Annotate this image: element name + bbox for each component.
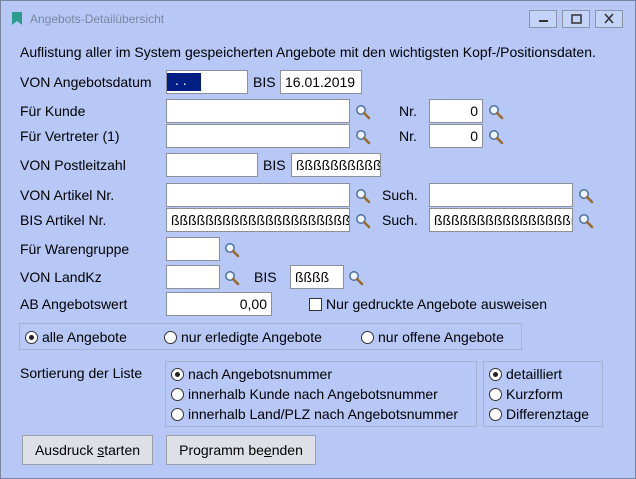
radio-erledigte-angebote[interactable] — [164, 331, 177, 344]
von-such-input[interactable] — [429, 183, 573, 207]
title-bar: Angebots-Detailübersicht — [1, 1, 635, 36]
plz-von-input[interactable] — [166, 153, 258, 177]
von-datum-value: . . — [175, 72, 187, 88]
vertreter-nr-label: Nr. — [399, 128, 417, 144]
radio-offene-angebote[interactable] — [361, 331, 374, 344]
angebotswert-input[interactable]: 0,00 — [166, 292, 272, 316]
sort-option-label[interactable]: nach Angebotsnummer — [188, 366, 332, 382]
vertreter-nr-input[interactable]: 0 — [429, 124, 483, 148]
radio-erledigte-label[interactable]: nur erledigte Angebote — [181, 329, 322, 345]
radio-alle-label[interactable]: alle Angebote — [42, 329, 127, 345]
detail-option-label[interactable]: Differenztage — [506, 406, 589, 422]
nur-gedruckte-label[interactable]: Nur gedruckte Angebote ausweisen — [326, 296, 547, 312]
search-icon[interactable] — [578, 213, 594, 229]
radio-detailliert[interactable] — [489, 368, 502, 381]
search-icon[interactable] — [488, 104, 504, 120]
programm-beenden-button[interactable]: Programm beenden — [166, 435, 316, 465]
von-datum-input[interactable]: . . — [166, 70, 248, 94]
bis-artikel-input[interactable]: ßßßßßßßßßßßßßßßßßßßßßßßßß — [166, 208, 350, 232]
kunde-nr-label: Nr. — [399, 103, 417, 119]
radio-sort-angebotsnummer[interactable] — [171, 368, 184, 381]
radio-alle-angebote[interactable] — [25, 331, 38, 344]
ausdruck-starten-button[interactable]: Ausdruck starten — [22, 435, 153, 465]
maximize-button[interactable] — [562, 10, 590, 28]
maximize-icon — [571, 14, 582, 24]
search-icon[interactable] — [348, 270, 364, 286]
sort-option-label[interactable]: innerhalb Kunde nach Angebotsnummer — [188, 386, 438, 402]
window-title: Angebots-Detailübersicht — [30, 12, 165, 26]
bis-such-label: Such. — [382, 212, 418, 228]
button-label-mnemonic: e — [263, 442, 272, 458]
bis-artikel-label: BIS Artikel Nr. — [20, 212, 107, 228]
vertreter-label: Für Vertreter (1) — [20, 128, 120, 144]
von-datum-label: VON Angebotsdatum — [20, 74, 152, 90]
minimize-icon — [539, 20, 548, 22]
sort-label: Sortierung der Liste — [20, 365, 143, 381]
radio-sort-land-plz[interactable] — [171, 408, 184, 421]
angebotswert-label: AB Angebotswert — [20, 296, 128, 312]
bis-datum-input[interactable]: 16.01.2019 — [280, 70, 362, 94]
search-icon[interactable] — [488, 129, 504, 145]
button-label-part: Ausdruck — [34, 442, 98, 458]
kunde-nr-input[interactable]: 0 — [429, 99, 483, 123]
landkz-von-input[interactable] — [166, 265, 220, 289]
minimize-button[interactable] — [529, 10, 557, 28]
button-label-part: nden — [271, 442, 303, 458]
search-icon[interactable] — [355, 213, 371, 229]
von-artikel-input[interactable] — [166, 183, 350, 207]
radio-offene-label[interactable]: nur offene Angebote — [378, 329, 504, 345]
sort-option-label[interactable]: innerhalb Land/PLZ nach Angebotsnummer — [188, 406, 458, 422]
landkz-bis-label: BIS — [254, 269, 277, 285]
nur-gedruckte-checkbox[interactable] — [309, 298, 322, 311]
detail-option-label[interactable]: detailliert — [506, 366, 562, 382]
plz-bis-label: BIS — [263, 157, 286, 173]
warengruppe-input[interactable] — [166, 237, 220, 261]
von-artikel-label: VON Artikel Nr. — [20, 187, 115, 203]
main-window: Angebots-Detailübersicht Auflistung alle… — [0, 0, 636, 479]
close-icon — [604, 13, 614, 24]
search-icon[interactable] — [224, 270, 240, 286]
detail-option-label[interactable]: Kurzform — [506, 386, 563, 402]
button-label-part: Programm be — [179, 442, 264, 458]
plz-label: VON Postleitzahl — [20, 157, 126, 173]
warengruppe-label: Für Warengruppe — [20, 241, 130, 257]
kunde-input[interactable] — [166, 99, 350, 123]
radio-sort-kunde[interactable] — [171, 388, 184, 401]
search-icon[interactable] — [355, 129, 371, 145]
plz-bis-input[interactable]: ßßßßßßßßßß — [291, 153, 381, 177]
von-such-label: Such. — [382, 187, 418, 203]
bis-such-input[interactable]: ßßßßßßßßßßßßßßßßßß — [429, 208, 573, 232]
kunde-label: Für Kunde — [20, 103, 86, 119]
vertreter-input[interactable] — [166, 124, 350, 148]
search-icon[interactable] — [224, 242, 240, 258]
bookmark-icon — [12, 12, 22, 25]
search-icon[interactable] — [578, 188, 594, 204]
intro-text: Auflistung aller im System gespeicherten… — [20, 44, 596, 60]
landkz-bis-input[interactable]: ßßßß — [290, 265, 344, 289]
bis-datum-label: BIS — [253, 74, 276, 90]
radio-differenztage[interactable] — [489, 408, 502, 421]
button-label-part: tarten — [104, 442, 141, 458]
search-icon[interactable] — [355, 104, 371, 120]
search-icon[interactable] — [355, 188, 371, 204]
radio-kurzform[interactable] — [489, 388, 502, 401]
landkz-label: VON LandKz — [20, 269, 102, 285]
close-button[interactable] — [595, 10, 623, 28]
